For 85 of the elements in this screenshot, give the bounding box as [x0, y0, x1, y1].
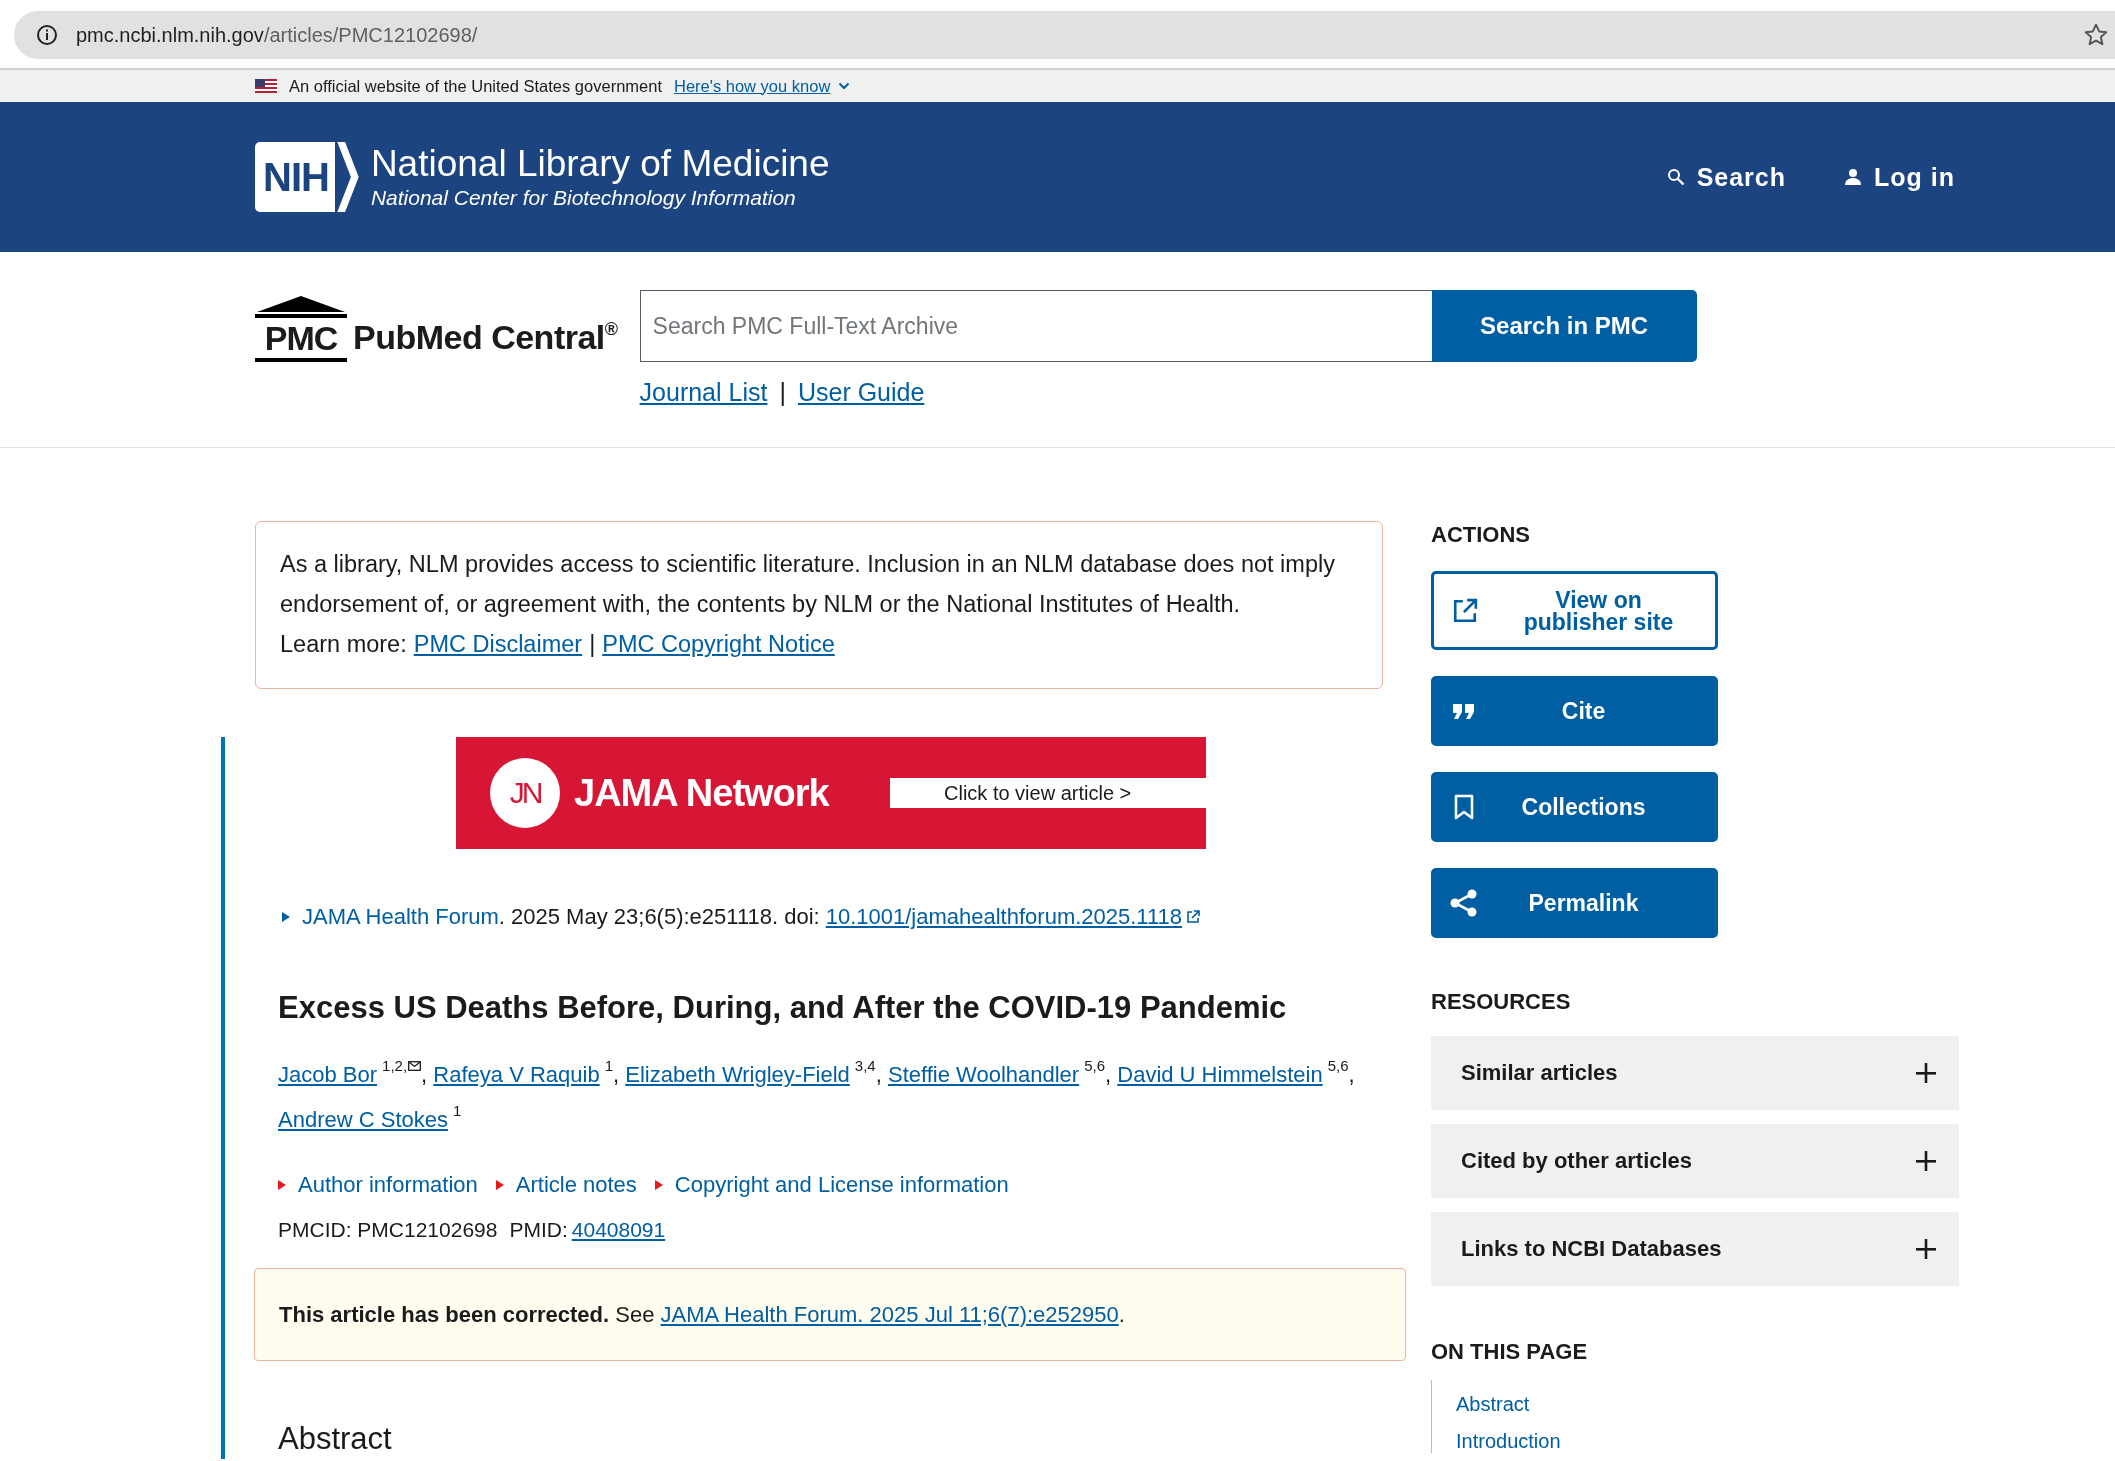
search-field[interactable]: Search PMC Full-Text Archive [639, 290, 1432, 362]
search-icon [1666, 168, 1685, 186]
journal-list-link[interactable]: Journal List [639, 378, 768, 407]
url-text: pmc.ncbi.nlm.nih.gov/articles/PMC12102698/ [76, 23, 479, 47]
banner-text: An official website of the United States government [289, 76, 662, 96]
affiliation-marks: 1 [452, 1102, 462, 1119]
flag-icon [255, 79, 277, 93]
author-separator: , [421, 1062, 428, 1087]
share-icon [1449, 888, 1479, 918]
page-section-link[interactable]: Abstract [1456, 1392, 1561, 1416]
author-link[interactable]: David U Himmelstein [1117, 1062, 1323, 1087]
user-guide-link[interactable]: User Guide [797, 378, 925, 407]
link-separator: | [779, 378, 786, 407]
action-button[interactable]: Cite [1431, 676, 1718, 746]
doi-link[interactable]: 10.1001/jamahealthforum.2025.1118 [825, 904, 1183, 930]
affiliation-marks: 5,6 [1084, 1057, 1105, 1074]
on-this-page-heading: ON THIS PAGE [1431, 1338, 1588, 1366]
author-separator: , [1105, 1062, 1112, 1087]
affiliation-marks: 3,4 [854, 1057, 876, 1074]
triangle-icon [278, 1180, 286, 1190]
author-link[interactable]: Steffie Woolhandler [887, 1062, 1080, 1087]
action-button[interactable]: Collections [1431, 772, 1718, 842]
plus-icon [1915, 1238, 1937, 1260]
quote-icon [1452, 701, 1476, 721]
correction-link[interactable]: JAMA Health Forum. 2025 Jul 11;6(7):e252950 [660, 1301, 1119, 1327]
triangle-icon [495, 1180, 504, 1190]
brand-name: JAMA Network [574, 771, 829, 815]
author-link[interactable]: Andrew C Stokes [278, 1107, 448, 1132]
how-you-know-link[interactable]: Here's how you know [674, 76, 831, 96]
pmid-label: PMID: [509, 1218, 568, 1242]
info-icon [36, 24, 58, 46]
author-link[interactable]: Elizabeth Wrigley-Field [625, 1062, 850, 1087]
copyright-link[interactable]: PMC Copyright Notice [602, 624, 835, 664]
article-title: Excess US Deaths Before, During, and After the COVID-19 Pandemic [278, 989, 1288, 1027]
plus-icon [1915, 1062, 1937, 1084]
view-article-label: Click to view article > [890, 778, 1206, 808]
details-toggle[interactable]: Copyright and License information [674, 1172, 1009, 1198]
citation-details: . 2025 May 23;6(5):e251118. doi: [498, 904, 820, 930]
correction-notice: This article has been corrected. See JAMA Health Forum. 2025 Jul 11;6(7):e252950. [279, 1301, 1125, 1328]
pmid-link[interactable]: 40408091 [571, 1218, 666, 1242]
affiliation-marks: 1 [604, 1057, 613, 1074]
section-heading: Abstract [278, 1420, 393, 1458]
action-button[interactable]: Permalink [1431, 868, 1718, 938]
roof-icon [255, 296, 347, 318]
affiliation-marks: 1,2, [382, 1057, 408, 1074]
action-button[interactable]: View on publisher site [1431, 571, 1718, 650]
address-bar[interactable]: pmc.ncbi.nlm.nih.gov/articles/PMC12102698/ [14, 11, 2115, 59]
resources-heading: RESOURCES [1431, 988, 1571, 1016]
journal-link[interactable]: JAMA Health Forum [302, 904, 499, 930]
disclaimer-link[interactable]: PMC Disclaimer [413, 624, 583, 664]
resource-accordion[interactable]: Links to NCBI Databases [1431, 1212, 1959, 1286]
affiliation-marks: 5,6 [1327, 1057, 1349, 1074]
chevron-icon [336, 142, 359, 212]
disclaimer-text: As a library, NLM provides access to scientific literature. Inclusion in an NLM database does not imply endorsement of, or agreement with, the contents by NLM or the National Institutes of Health. [280, 550, 1336, 619]
jn-logo: JN [490, 758, 560, 828]
author-link[interactable]: Rafeya V Raquib [433, 1062, 600, 1087]
plus-icon [1915, 1150, 1937, 1172]
author-link[interactable]: Jacob Bor [278, 1062, 378, 1087]
triangle-icon [654, 1180, 663, 1190]
login-link[interactable]: Log in [1844, 162, 1955, 192]
pmc-logo[interactable]: PMC PubMed Central$^{®}$ [255, 290, 618, 362]
bookmark-icon [1454, 794, 1474, 820]
library-subtitle: National Center for Biotechnology Information [370, 185, 797, 211]
details-toggle[interactable]: Author information [298, 1172, 478, 1198]
pmcid-text: PMCID: PMC12102698 [278, 1218, 498, 1242]
search-link[interactable]: Search [1666, 162, 1786, 192]
link-separator: | [589, 630, 596, 659]
search-button[interactable]: Search in PMC [1431, 290, 1697, 362]
resource-accordion[interactable]: Cited by other articles [1431, 1124, 1959, 1198]
bookmark-star-icon [2083, 22, 2109, 48]
author-separator: , [1348, 1062, 1355, 1087]
publisher-banner[interactable]: JN JAMA Network Click to view article > [456, 737, 1206, 849]
resource-accordion[interactable]: Similar articles [1431, 1036, 1959, 1110]
person-icon [1844, 168, 1862, 186]
triangle-icon [282, 912, 290, 922]
external-link-icon [1186, 910, 1201, 924]
learn-more-label: Learn more: [280, 630, 407, 659]
author-separator: , [613, 1062, 620, 1087]
external-link-icon [1452, 597, 1478, 624]
actions-heading: ACTIONS [1431, 521, 1530, 549]
page-section-link[interactable]: Introduction [1456, 1429, 1561, 1453]
author-separator: , [875, 1062, 882, 1087]
details-toggle[interactable]: Article notes [515, 1172, 637, 1198]
library-title: National Library of Medicine [370, 143, 830, 185]
chevron-down-icon [838, 82, 851, 90]
